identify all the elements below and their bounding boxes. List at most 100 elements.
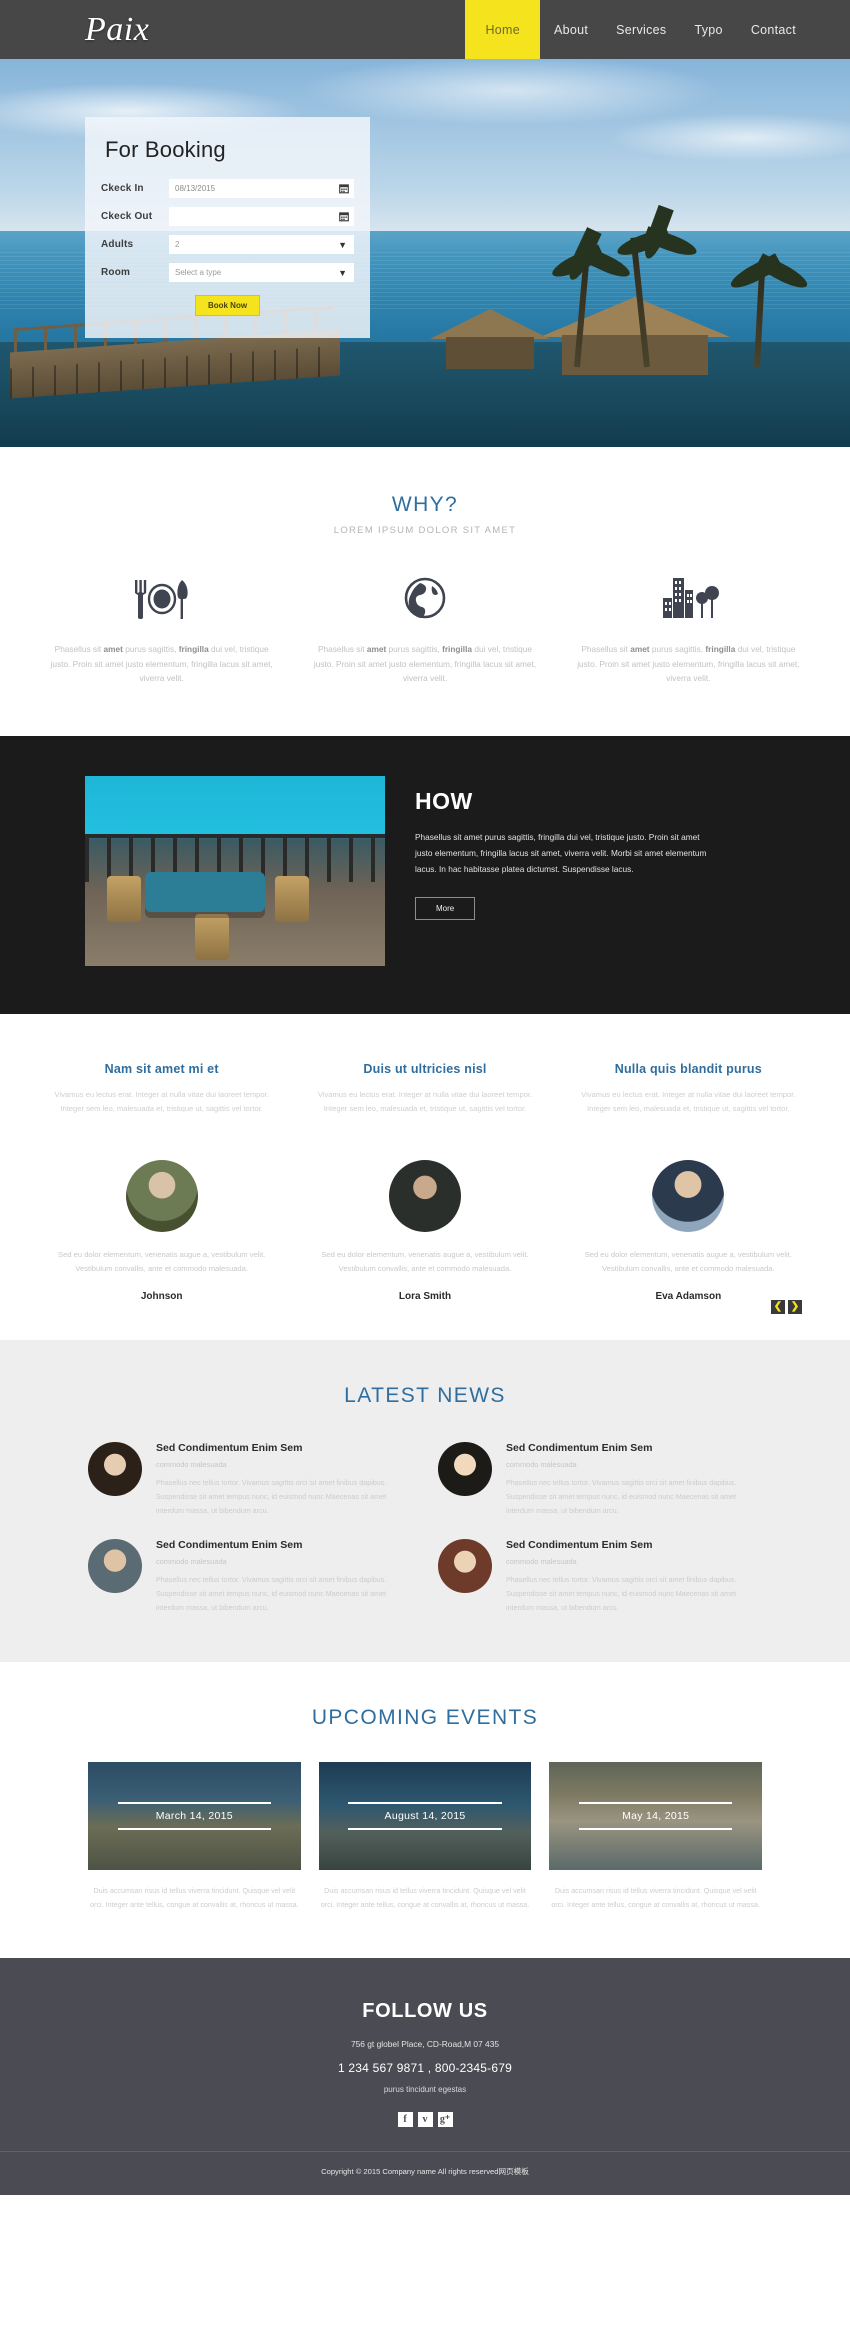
testimonial-name: Eva Adamson: [655, 1291, 722, 1303]
event-date: March 14, 2015: [117, 1802, 271, 1831]
room-row: Room Select a type ▼: [101, 263, 354, 282]
news-item-meta: commodo malesuada: [506, 1460, 577, 1470]
testimonial-item: Sed eu dolor elementum, venenatis augue …: [557, 1159, 820, 1303]
news-item-text: Phasellus nec tellus tortor. Vivamus sag…: [506, 1478, 737, 1515]
chevron-down-icon[interactable]: ▼: [338, 241, 347, 250]
news-item[interactable]: Sed Condimentum Enim Sem commodo malesua…: [88, 1539, 412, 1614]
main-navigation: Home About Services Typo Contact: [465, 0, 810, 59]
features-section: Nam sit amet mi et Vivamus eu lectus era…: [0, 1013, 850, 1130]
event-body: Duis accumsan risus id tellus viverra ti…: [90, 1886, 299, 1910]
event-body: Duis accumsan risus id tellus viverra ti…: [551, 1886, 760, 1910]
why-subtitle: LOREM IPSUM DOLOR SIT AMET: [333, 525, 517, 536]
nav-item-about[interactable]: About: [540, 0, 602, 59]
why-item: Phasellus sit amet purus sagittis, fring…: [293, 574, 556, 686]
globe-icon: [311, 574, 538, 620]
checkin-field[interactable]: 08/13/2015: [169, 179, 354, 198]
social-links: f ᴠ g⁺: [0, 2112, 850, 2128]
event-body: Duis accumsan risus id tellus viverra ti…: [320, 1886, 530, 1910]
nav-item-home[interactable]: Home: [465, 0, 540, 59]
events-grid: March 14, 2015 Duis accumsan risus id te…: [0, 1730, 850, 1912]
event-thumbnail[interactable]: August 14, 2015: [318, 1762, 532, 1871]
testimonial-item: Sed eu dolor elementum, venenatis augue …: [293, 1159, 556, 1302]
event-date: August 14, 2015: [348, 1802, 502, 1831]
news-item-text: Phasellus nec tellus tortor. Vivamus sag…: [156, 1478, 387, 1515]
news-item-title[interactable]: Sed Condimentum Enim Sem: [506, 1539, 762, 1551]
room-select[interactable]: Select a type ▼: [169, 263, 354, 282]
checkin-label: Ckeck In: [101, 183, 144, 194]
feature-body: Vivamus eu lectus erat. Integer at nulla…: [317, 1089, 533, 1113]
how-content: HOW Phasellus sit amet purus sagittis, f…: [415, 776, 715, 966]
feature-column: Duis ut ultricies nisl Vivamus eu lectus…: [293, 1062, 556, 1116]
how-body: Phasellus sit amet purus sagittis, fring…: [415, 831, 707, 874]
carousel-controls: ❮ ❯: [771, 1300, 802, 1315]
checkout-field[interactable]: [169, 207, 354, 226]
more-button[interactable]: More: [415, 897, 476, 921]
beach-hut-small-illustration: [430, 309, 550, 369]
checkout-row: Ckeck Out: [101, 207, 354, 226]
event-item[interactable]: March 14, 2015 Duis accumsan risus id te…: [88, 1762, 301, 1912]
how-terrace-photo: [85, 775, 385, 966]
how-title: HOW: [415, 787, 473, 814]
avatar: [438, 1539, 492, 1594]
calendar-icon[interactable]: [339, 183, 349, 194]
avatar: [388, 1159, 461, 1232]
cutlery-plate-icon: [48, 574, 275, 620]
footer-address: 756 gt globel Place, CD-Road,M 07 435: [350, 2039, 500, 2050]
testimonials-section: Sed eu dolor elementum, venenatis augue …: [0, 1129, 850, 1341]
calendar-icon[interactable]: [339, 211, 349, 222]
checkin-value: 08/13/2015: [175, 184, 216, 193]
adults-select[interactable]: 2 ▼: [169, 235, 354, 254]
feature-column: Nam sit amet mi et Vivamus eu lectus era…: [30, 1062, 293, 1116]
event-thumbnail[interactable]: March 14, 2015: [88, 1762, 301, 1871]
why-item-text: Phasellus sit amet purus sagittis, fring…: [50, 644, 273, 684]
why-item: Phasellus sit amet purus sagittis, fring…: [557, 574, 820, 686]
news-item[interactable]: Sed Condimentum Enim Sem commodo malesua…: [88, 1442, 412, 1517]
book-now-button[interactable]: Book Now: [194, 295, 261, 316]
news-item[interactable]: Sed Condimentum Enim Sem commodo malesua…: [438, 1539, 762, 1614]
event-date: May 14, 2015: [579, 1802, 733, 1831]
facebook-icon[interactable]: f: [397, 2112, 413, 2128]
event-item[interactable]: May 14, 2015 Duis accumsan risus id tell…: [549, 1762, 763, 1912]
hero-banner: For Booking Ckeck In 08/13/2015 Ckeck Ou…: [0, 59, 850, 447]
carousel-prev-icon[interactable]: ❮: [771, 1300, 785, 1315]
booking-form: For Booking Ckeck In 08/13/2015 Ckeck Ou…: [85, 117, 370, 338]
city-buildings-icon: [575, 574, 802, 620]
event-item[interactable]: August 14, 2015 Duis accumsan risus id t…: [318, 1762, 532, 1912]
news-item[interactable]: Sed Condimentum Enim Sem commodo malesua…: [438, 1442, 762, 1517]
feature-body: Vivamus eu lectus erat. Integer at nulla…: [581, 1089, 796, 1113]
why-items: Phasellus sit amet purus sagittis, fring…: [0, 574, 850, 686]
why-item-text: Phasellus sit amet purus sagittis, fring…: [577, 644, 800, 684]
chevron-down-icon[interactable]: ▼: [338, 269, 347, 278]
carousel-next-icon[interactable]: ❯: [788, 1300, 802, 1315]
booking-title: For Booking: [105, 137, 226, 162]
why-section: WHY? LOREM IPSUM DOLOR SIT AMET Phasellu…: [0, 447, 850, 736]
news-grid: Sed Condimentum Enim Sem commodo malesua…: [0, 1408, 850, 1614]
news-body: Sed Condimentum Enim Sem commodo malesua…: [506, 1539, 762, 1614]
nav-item-contact[interactable]: Contact: [737, 0, 810, 59]
feature-title: Nulla quis blandit purus: [614, 1061, 762, 1076]
news-item-title[interactable]: Sed Condimentum Enim Sem: [156, 1539, 412, 1551]
avatar: [88, 1442, 142, 1497]
events-title: UPCOMING EVENTS: [311, 1706, 539, 1730]
news-item-title[interactable]: Sed Condimentum Enim Sem: [156, 1442, 412, 1454]
event-thumbnail[interactable]: May 14, 2015: [549, 1762, 763, 1871]
why-item-text: Phasellus sit amet purus sagittis, fring…: [313, 644, 537, 684]
footer-title: FOLLOW US: [362, 2000, 488, 2023]
testimonial-quote: Sed eu dolor elementum, venenatis augue …: [321, 1249, 529, 1274]
beach-hut-large-illustration: [540, 297, 730, 375]
google-plus-icon[interactable]: g⁺: [437, 2112, 453, 2128]
testimonial-item: Sed eu dolor elementum, venenatis augue …: [30, 1159, 293, 1303]
nav-item-services[interactable]: Services: [602, 0, 680, 59]
news-item-title[interactable]: Sed Condimentum Enim Sem: [506, 1442, 762, 1454]
latest-news-section: LATEST NEWS Sed Condimentum Enim Sem com…: [0, 1340, 850, 1663]
twitter-icon[interactable]: ᴠ: [417, 2112, 433, 2128]
news-title: LATEST NEWS: [344, 1384, 506, 1408]
site-logo[interactable]: Paix: [85, 0, 149, 59]
testimonial-quote: Sed eu dolor elementum, venenatis augue …: [584, 1249, 792, 1274]
news-item-text: Phasellus nec tellus tortor. Vivamus sag…: [156, 1575, 387, 1612]
nav-item-typo[interactable]: Typo: [681, 0, 737, 59]
feature-body: Vivamus eu lectus erat. Integer at nulla…: [54, 1089, 269, 1113]
testimonial-name: Johnson: [140, 1291, 183, 1303]
site-header: Paix Home About Services Typo Contact: [0, 0, 850, 59]
testimonial-quote: Sed eu dolor elementum, venenatis augue …: [58, 1249, 266, 1274]
